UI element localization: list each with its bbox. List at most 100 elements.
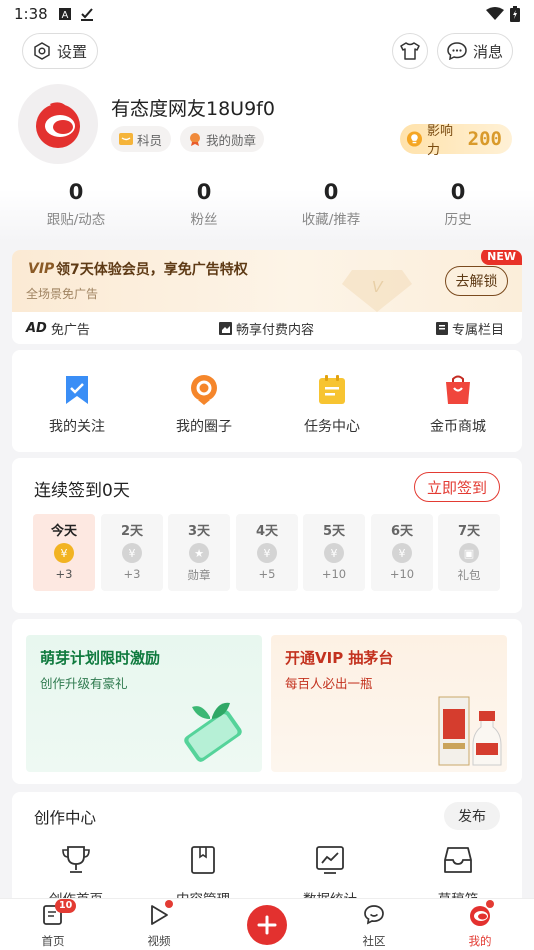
new-badge: NEW bbox=[481, 250, 522, 265]
quick-links: 我的关注 我的圈子 任务中心 金币商城 bbox=[12, 350, 522, 452]
stat-value: 0 bbox=[68, 180, 84, 204]
vip-card[interactable]: VIP 领7天体验会员，享免广告特权 全场景免广告 V 去解锁 NEW AD 免… bbox=[12, 250, 522, 344]
plus-icon bbox=[257, 915, 277, 935]
perk-exclusive-column[interactable]: 专属栏目 bbox=[436, 319, 504, 338]
settings-button[interactable]: 设置 bbox=[22, 33, 98, 69]
promo-subtitle: 每百人必出一瓶 bbox=[285, 676, 373, 691]
vip-subtitle: 全场景免广告 bbox=[26, 287, 99, 301]
coin-icon: ¥ bbox=[324, 543, 344, 563]
checkin-button[interactable]: 立即签到 bbox=[414, 472, 500, 502]
dress-up-button[interactable] bbox=[392, 33, 428, 69]
gear-icon bbox=[34, 42, 50, 60]
quick-link-circles[interactable]: 我的圈子 bbox=[154, 374, 254, 436]
username: 有态度网友18U9f0 bbox=[111, 98, 275, 120]
day-label: 2天 bbox=[120, 524, 144, 539]
day-label: 5天 bbox=[322, 524, 346, 539]
home-badge: 10 bbox=[55, 899, 77, 913]
mine-dot bbox=[486, 900, 494, 908]
day-label: 今天 bbox=[50, 524, 77, 539]
vip-diamond-icon: V bbox=[342, 270, 412, 312]
perk-label: 免广告 bbox=[50, 322, 90, 338]
bookmark-icon bbox=[66, 376, 88, 404]
influence-badge[interactable]: 影响力 200 bbox=[400, 124, 512, 158]
sprout-phone-icon bbox=[184, 702, 242, 762]
column-icon bbox=[436, 321, 448, 335]
publish-button[interactable]: 发布 bbox=[444, 802, 500, 830]
stat-value: 0 bbox=[196, 180, 212, 204]
shirt-icon bbox=[400, 42, 420, 60]
checkin-title: 连续签到0天 bbox=[34, 481, 130, 501]
promo-sprout-plan[interactable]: 萌芽计划限时激励 创作升级有豪礼 bbox=[26, 635, 262, 772]
day-reward: 勋章 bbox=[187, 568, 211, 582]
messages-label: 消息 bbox=[472, 42, 503, 61]
vip-banner[interactable]: VIP 领7天体验会员，享免广告特权 全场景免广告 V 去解锁 bbox=[12, 250, 522, 312]
stat-label: 跟贴/动态 bbox=[46, 212, 106, 228]
tab-home-label: 首页 bbox=[41, 934, 65, 948]
influence-value: 200 bbox=[467, 128, 502, 150]
quick-link-coin-mall[interactable]: 金币商城 bbox=[408, 374, 508, 436]
chat-bubble-icon bbox=[447, 42, 467, 60]
day-label: 7天 bbox=[457, 524, 481, 539]
tab-mine[interactable]: 我的 bbox=[445, 900, 515, 949]
vip-perks: AD 免广告 畅享付费内容 专属栏目 bbox=[12, 312, 522, 344]
lightbulb-icon bbox=[406, 131, 422, 147]
my-medals-tag[interactable]: 我的勋章 bbox=[180, 126, 264, 152]
checkin-day-7[interactable]: 7天 ▣ 礼包 bbox=[438, 514, 500, 591]
quick-link-label: 我的关注 bbox=[49, 419, 105, 435]
download-done-icon bbox=[80, 8, 93, 21]
quick-link-label: 任务中心 bbox=[304, 419, 360, 435]
promo-title: 开通VIP 抽茅台 bbox=[285, 649, 394, 667]
checkin-day-2[interactable]: 2天 ¥ +3 bbox=[101, 514, 163, 591]
medal-icon bbox=[190, 133, 200, 146]
quick-link-label: 我的圈子 bbox=[176, 419, 232, 435]
perk-paid-content[interactable]: 畅享付费内容 bbox=[219, 319, 314, 338]
checkin-day-1[interactable]: 今天 ¥ +3 bbox=[33, 514, 95, 591]
checkin-day-3[interactable]: 3天 ★ 勋章 bbox=[168, 514, 230, 591]
stat-value: 0 bbox=[323, 180, 339, 204]
checkin-card: 连续签到0天 立即签到 今天 ¥ +3 2天 ¥ +3 3天 ★ 勋章 4天 ¥… bbox=[12, 458, 522, 613]
video-dot bbox=[165, 900, 173, 908]
promo-card: 萌芽计划限时激励 创作升级有豪礼 开通VIP 抽茅台 每百人必出一瓶 bbox=[12, 619, 522, 784]
vip-title: 领7天体验会员，享免广告特权 bbox=[56, 262, 248, 278]
tab-video[interactable]: 视频 bbox=[124, 900, 194, 949]
messages-button[interactable]: 消息 bbox=[437, 33, 513, 69]
quick-link-label: 金币商城 bbox=[430, 419, 486, 435]
unlock-vip-button[interactable]: 去解锁 bbox=[445, 266, 508, 296]
ad-icon: AD bbox=[26, 320, 47, 336]
promo-title: 萌芽计划限时激励 bbox=[40, 649, 161, 667]
stat-history[interactable]: 0 历史 bbox=[398, 180, 518, 228]
checkin-day-5[interactable]: 5天 ¥ +10 bbox=[303, 514, 365, 591]
netease-logo-icon bbox=[36, 102, 80, 148]
promo-subtitle: 创作升级有豪礼 bbox=[40, 676, 128, 691]
stat-favorites[interactable]: 0 收藏/推荐 bbox=[271, 180, 391, 228]
coin-icon: ¥ bbox=[392, 543, 412, 563]
stat-fans[interactable]: 0 粉丝 bbox=[144, 180, 264, 228]
promo-vip-moutai[interactable]: 开通VIP 抽茅台 每百人必出一瓶 bbox=[271, 635, 507, 772]
day-reward: +3 bbox=[55, 567, 73, 581]
perk-no-ads[interactable]: AD 免广告 bbox=[26, 319, 90, 338]
quick-link-following[interactable]: 我的关注 bbox=[27, 374, 127, 436]
svg-text:V: V bbox=[372, 279, 384, 296]
vip-logo: VIP bbox=[28, 261, 55, 277]
status-bar: 1:38 A bbox=[0, 0, 534, 28]
settings-label: 设置 bbox=[56, 42, 87, 61]
avatar[interactable] bbox=[18, 84, 98, 164]
creation-center: 创作中心 发布 创作首页 内容管理 数据统计 草稿箱 bbox=[12, 792, 522, 912]
bottom-tab-bar: 10 首页 视频 社区 我的 bbox=[0, 898, 534, 950]
create-plus-button[interactable] bbox=[247, 905, 287, 945]
checkin-day-6[interactable]: 6天 ¥ +10 bbox=[371, 514, 433, 591]
checkin-day-4[interactable]: 4天 ¥ +5 bbox=[236, 514, 298, 591]
member-level-label: 科员 bbox=[137, 132, 163, 148]
stat-comments[interactable]: 0 跟贴/动态 bbox=[16, 180, 136, 228]
tab-home[interactable]: 10 首页 bbox=[18, 899, 88, 949]
tab-community[interactable]: 社区 bbox=[339, 903, 409, 949]
quick-link-tasks[interactable]: 任务中心 bbox=[282, 374, 382, 436]
community-chat-icon bbox=[364, 905, 384, 925]
stat-label: 历史 bbox=[444, 212, 472, 228]
member-level-tag[interactable]: 科员 bbox=[111, 126, 171, 152]
day-reward: +10 bbox=[321, 567, 347, 581]
stat-label: 收藏/推荐 bbox=[301, 212, 361, 228]
shop-bag-icon bbox=[446, 375, 470, 404]
day-label: 3天 bbox=[187, 524, 211, 539]
day-reward: +5 bbox=[258, 567, 276, 581]
